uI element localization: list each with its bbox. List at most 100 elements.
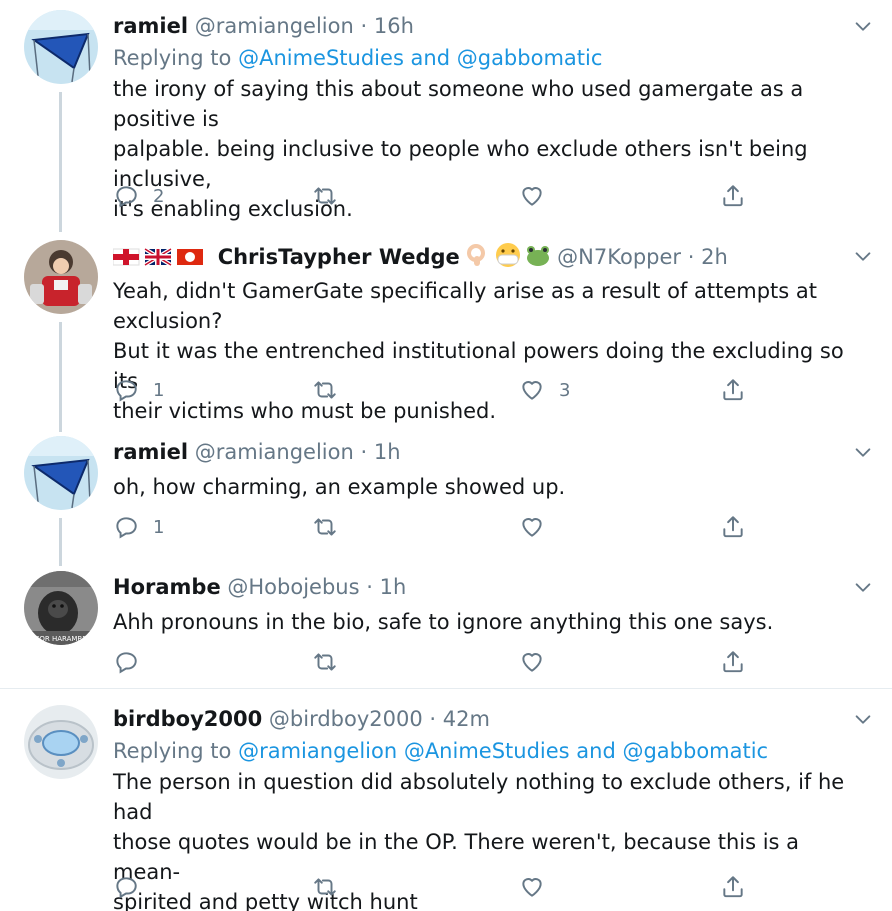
separator: · bbox=[360, 14, 368, 38]
separator: · bbox=[687, 245, 695, 269]
like-icon bbox=[519, 183, 545, 209]
tweet-actions: 1 3 bbox=[113, 374, 763, 406]
share-icon bbox=[720, 874, 746, 900]
username[interactable]: @Hobojebus bbox=[227, 575, 359, 599]
reply-button[interactable]: 2 bbox=[113, 180, 164, 212]
retweet-button[interactable] bbox=[312, 646, 338, 678]
like-button[interactable] bbox=[519, 180, 545, 212]
timestamp[interactable]: 1h bbox=[374, 440, 401, 464]
emoji-group bbox=[466, 242, 550, 275]
tweet-content: Horambe @Hobojebus · 1h Ahh pronouns in … bbox=[113, 573, 862, 637]
mention-link[interactable]: @AnimeStudies and @gabbomatic bbox=[238, 46, 602, 70]
share-button[interactable] bbox=[720, 646, 746, 678]
emoji-icons bbox=[467, 243, 550, 267]
avatar[interactable] bbox=[24, 705, 98, 779]
flags-icon bbox=[112, 247, 203, 267]
timestamp[interactable]: 42m bbox=[443, 707, 490, 731]
share-button[interactable] bbox=[720, 871, 746, 903]
tweet[interactable]: birdboy2000 @birdboy2000 · 42m Replying … bbox=[0, 689, 892, 911]
like-button[interactable] bbox=[519, 646, 545, 678]
reply-count: 1 bbox=[153, 379, 165, 401]
timestamp[interactable]: 1h bbox=[380, 575, 407, 599]
like-button[interactable] bbox=[519, 871, 545, 903]
retweet-icon bbox=[312, 649, 338, 675]
retweet-button[interactable] bbox=[312, 511, 338, 543]
replying-prefix: Replying to bbox=[113, 739, 232, 763]
reply-button[interactable] bbox=[113, 646, 139, 678]
reply-button[interactable] bbox=[113, 871, 139, 903]
reply-icon bbox=[113, 649, 139, 675]
separator: · bbox=[360, 440, 368, 464]
replying-to: Replying to @ramiangelion @AnimeStudies … bbox=[113, 737, 862, 765]
avatar[interactable] bbox=[24, 10, 98, 84]
chevron-down-icon[interactable] bbox=[852, 246, 874, 268]
like-button[interactable]: 3 bbox=[519, 374, 570, 406]
tweet-header: ramiel @ramiangelion · 16h bbox=[113, 12, 862, 40]
flag-emojis bbox=[112, 246, 205, 274]
reply-button[interactable]: 1 bbox=[113, 374, 164, 406]
text-line: Ahh pronouns in the bio, safe to ignore … bbox=[113, 610, 774, 634]
tweet-header: ramiel @ramiangelion · 1h bbox=[113, 438, 862, 466]
reply-button[interactable]: 1 bbox=[113, 511, 164, 543]
mention-link[interactable]: @ramiangelion @AnimeStudies and @gabboma… bbox=[238, 739, 768, 763]
chevron-down-icon[interactable] bbox=[852, 16, 874, 38]
reply-count: 2 bbox=[153, 185, 165, 207]
display-name[interactable]: ramiel bbox=[113, 14, 188, 38]
share-button[interactable] bbox=[720, 180, 746, 212]
timestamp[interactable]: 2h bbox=[701, 245, 728, 269]
replying-prefix: Replying to bbox=[113, 46, 232, 70]
replying-to: Replying to @AnimeStudies and @gabbomati… bbox=[113, 44, 862, 72]
username[interactable]: @ramiangelion bbox=[195, 14, 354, 38]
reply-icon bbox=[113, 874, 139, 900]
thread-connector bbox=[59, 92, 62, 232]
reply-icon bbox=[113, 514, 139, 540]
tweet-content: ramiel @ramiangelion · 1h oh, how charmi… bbox=[113, 438, 862, 502]
avatar[interactable]: FOR HARAMBE bbox=[24, 571, 98, 645]
tweet-header: ChrisTaypher Wedge @N7Kopper · 2h bbox=[112, 242, 862, 270]
tweet[interactable]: ChrisTaypher Wedge @N7Kopper · 2h Yeah, … bbox=[0, 230, 892, 432]
display-name[interactable]: birdboy2000 bbox=[113, 707, 262, 731]
like-button[interactable] bbox=[519, 511, 545, 543]
chevron-down-icon[interactable] bbox=[852, 709, 874, 731]
thread-connector bbox=[59, 518, 62, 566]
text-line: oh, how charming, an example showed up. bbox=[113, 475, 566, 499]
share-icon bbox=[720, 183, 746, 209]
tweet-text: oh, how charming, an example showed up. bbox=[113, 472, 862, 502]
share-icon bbox=[720, 649, 746, 675]
retweet-icon bbox=[312, 874, 338, 900]
username[interactable]: @N7Kopper bbox=[557, 245, 681, 269]
timestamp[interactable]: 16h bbox=[374, 14, 414, 38]
display-name[interactable]: ChrisTaypher Wedge bbox=[218, 245, 460, 269]
display-name[interactable]: Horambe bbox=[113, 575, 221, 599]
username[interactable]: @birdboy2000 bbox=[269, 707, 423, 731]
username[interactable]: @ramiangelion bbox=[195, 440, 354, 464]
retweet-button[interactable] bbox=[312, 871, 338, 903]
chevron-down-icon[interactable] bbox=[852, 442, 874, 464]
tweet-actions: 2 bbox=[113, 180, 763, 212]
tweet[interactable]: FOR HARAMBE Horambe @Hobojebus · 1h Ahh … bbox=[0, 565, 892, 688]
reply-count: 1 bbox=[153, 516, 165, 538]
avatar[interactable] bbox=[24, 240, 98, 314]
display-name[interactable]: ramiel bbox=[113, 440, 188, 464]
like-icon bbox=[519, 377, 545, 403]
like-icon bbox=[519, 514, 545, 540]
retweet-button[interactable] bbox=[312, 180, 338, 212]
avatar[interactable] bbox=[24, 436, 98, 510]
tweet[interactable]: ramiel @ramiangelion · 16h Replying to @… bbox=[0, 0, 892, 232]
tweet[interactable]: ramiel @ramiangelion · 1h oh, how charmi… bbox=[0, 430, 892, 566]
retweet-button[interactable] bbox=[312, 374, 338, 406]
share-button[interactable] bbox=[720, 374, 746, 406]
text-line: The person in question did absolutely no… bbox=[113, 770, 845, 824]
reply-thread: ramiel @ramiangelion · 16h Replying to @… bbox=[0, 0, 892, 911]
text-line: the irony of saying this about someone w… bbox=[113, 77, 804, 131]
tweet-actions bbox=[113, 646, 763, 678]
tweet-actions bbox=[113, 871, 763, 903]
chevron-down-icon[interactable] bbox=[852, 577, 874, 599]
like-icon bbox=[519, 649, 545, 675]
reply-icon bbox=[113, 377, 139, 403]
thread-connector bbox=[59, 322, 62, 432]
share-icon bbox=[720, 377, 746, 403]
reply-icon bbox=[113, 183, 139, 209]
like-count: 3 bbox=[559, 379, 571, 401]
share-button[interactable] bbox=[720, 511, 746, 543]
